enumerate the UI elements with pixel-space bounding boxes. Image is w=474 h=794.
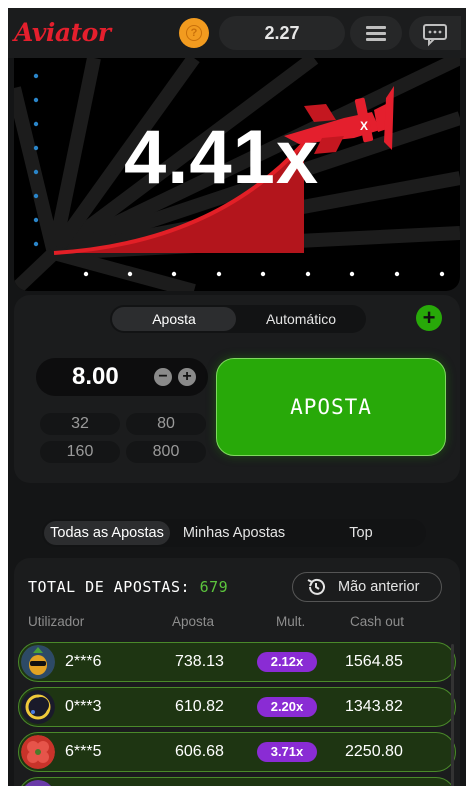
column-header-cashout: Cash out <box>350 614 405 629</box>
row-bet: 610.82 <box>175 698 224 715</box>
coin-icon[interactable]: ? <box>179 18 209 48</box>
chat-bubble-icon <box>423 24 447 47</box>
total-bets: TOTAL DE APOSTAS: 679 <box>28 578 228 596</box>
bet-amount-stepper: 8.00 − + <box>36 358 208 396</box>
bet-mode-switch: Aposta Automático <box>110 305 366 333</box>
previous-round-label: Mão anterior <box>338 579 420 595</box>
add-bet-panel-button[interactable]: + <box>416 305 442 331</box>
app-screen: Aviator ? 2.27 X 4.41x Aposta Automático… <box>8 8 466 786</box>
row-user: 2***6 <box>65 653 102 670</box>
balance-display: 2.27 <box>219 16 345 50</box>
top-bar: Aviator ? 2.27 <box>8 8 466 58</box>
chat-button[interactable] <box>409 16 461 50</box>
tab-my-bets[interactable]: Minhas Apostas <box>174 521 294 545</box>
table-row: 2***6 738.13 2.12x 1564.85 <box>18 642 456 682</box>
current-multiplier: 4.41x <box>124 115 320 200</box>
plus-icon: + <box>422 305 436 330</box>
avatar <box>21 735 55 769</box>
total-bets-label: TOTAL DE APOSTAS: <box>28 578 191 596</box>
plus-icon[interactable]: + <box>178 368 196 386</box>
avatar <box>21 645 55 679</box>
aviator-logo: Aviator <box>14 18 111 47</box>
place-bet-button[interactable]: APOSTA <box>216 358 446 456</box>
row-cashout: 1343.82 <box>345 698 403 715</box>
row-multiplier-badge: 2.12x <box>257 652 317 672</box>
tab-all-bets[interactable]: Todas as Apostas <box>44 521 170 545</box>
quick-amount-button[interactable]: 800 <box>126 441 206 463</box>
row-user: 0***3 <box>65 698 102 715</box>
row-bet: 738.13 <box>175 653 224 670</box>
scrollbar[interactable] <box>451 644 454 786</box>
tab-aposta[interactable]: Aposta <box>112 307 236 331</box>
row-multiplier-badge: 2.20x <box>257 697 317 717</box>
table-row <box>18 777 456 786</box>
svg-text:X: X <box>360 119 368 133</box>
column-header-mult: Mult. <box>276 614 306 629</box>
bets-tabs: Todas as Apostas Minhas Apostas Top <box>42 519 426 547</box>
column-header-bet: Aposta <box>172 614 215 629</box>
bet-panel: Aposta Automático + 8.00 − + 32 80 160 8… <box>14 295 460 483</box>
row-bet: 606.68 <box>175 743 224 760</box>
minus-icon[interactable]: − <box>154 368 172 386</box>
quick-amount-button[interactable]: 160 <box>40 441 120 463</box>
bet-amount-input[interactable]: 8.00 <box>72 363 119 391</box>
row-cashout: 1564.85 <box>345 653 403 670</box>
history-icon <box>307 578 325 595</box>
table-row: 6***5 606.68 3.71x 2250.80 <box>18 732 456 772</box>
tab-automatico[interactable]: Automático <box>238 307 364 331</box>
menu-button[interactable] <box>350 16 402 50</box>
avatar <box>21 690 55 724</box>
previous-round-button[interactable]: Mão anterior <box>292 572 442 602</box>
row-user: 6***5 <box>65 743 102 760</box>
tab-top[interactable]: Top <box>298 521 424 545</box>
table-row: 0***3 610.82 2.20x 1343.82 <box>18 687 456 727</box>
quick-amount-button[interactable]: 32 <box>40 413 120 435</box>
column-header-user: Utilizador <box>28 614 85 629</box>
avatar <box>21 780 55 786</box>
quick-amount-button[interactable]: 80 <box>126 413 206 435</box>
game-canvas: X 4.41x <box>14 58 460 291</box>
bets-list-panel: TOTAL DE APOSTAS: 679 Mão anterior Utili… <box>14 558 460 786</box>
row-cashout: 2250.80 <box>345 743 403 760</box>
row-multiplier-badge: 3.71x <box>257 742 317 762</box>
total-bets-count: 679 <box>199 578 229 596</box>
